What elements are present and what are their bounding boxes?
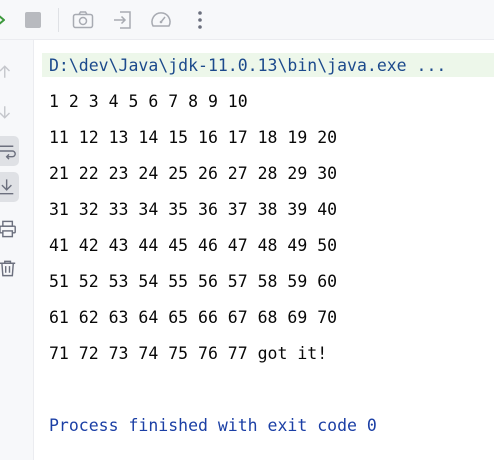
exit-icon[interactable] — [111, 8, 135, 32]
output-line: 31 32 33 34 35 36 37 38 39 40 — [49, 200, 338, 219]
console-side-toolbar — [0, 40, 34, 460]
rerun-icon[interactable] — [0, 8, 12, 32]
command-line: D:\dev\Java\jdk-11.0.13\bin\java.exe ... — [42, 53, 494, 77]
scroll-up-icon[interactable] — [0, 57, 19, 87]
console-output[interactable]: D:\dev\Java\jdk-11.0.13\bin\java.exe ...… — [34, 40, 494, 460]
scroll-down-icon[interactable] — [0, 97, 19, 127]
output-line: 71 72 73 74 75 76 77 got it! — [49, 344, 328, 363]
toolbar-separator — [58, 8, 59, 32]
clear-all-icon[interactable] — [0, 253, 19, 283]
run-toolbar — [0, 0, 494, 40]
process-finished-message: Process finished with exit code 0 — [49, 416, 377, 435]
output-line: 41 42 43 44 45 46 47 48 49 50 — [49, 236, 338, 255]
output-line: 1 2 3 4 5 6 7 8 9 10 — [49, 92, 248, 111]
soft-wrap-icon[interactable] — [0, 136, 19, 166]
output-line: 51 52 53 54 55 56 57 58 59 60 — [49, 272, 338, 291]
profiler-icon[interactable] — [149, 8, 173, 32]
output-line: 21 22 23 24 25 26 27 28 29 30 — [49, 164, 338, 183]
run-tool-window: D:\dev\Java\jdk-11.0.13\bin\java.exe ...… — [0, 0, 494, 460]
scroll-to-end-icon[interactable] — [0, 172, 19, 202]
output-line: 61 62 63 64 65 66 67 68 69 70 — [49, 308, 338, 327]
screenshot-icon[interactable] — [71, 8, 95, 32]
more-vertical-icon[interactable] — [188, 8, 212, 32]
print-icon[interactable] — [0, 214, 19, 244]
stop-icon[interactable] — [21, 8, 45, 32]
output-line: 11 12 13 14 15 16 17 18 19 20 — [49, 128, 338, 147]
